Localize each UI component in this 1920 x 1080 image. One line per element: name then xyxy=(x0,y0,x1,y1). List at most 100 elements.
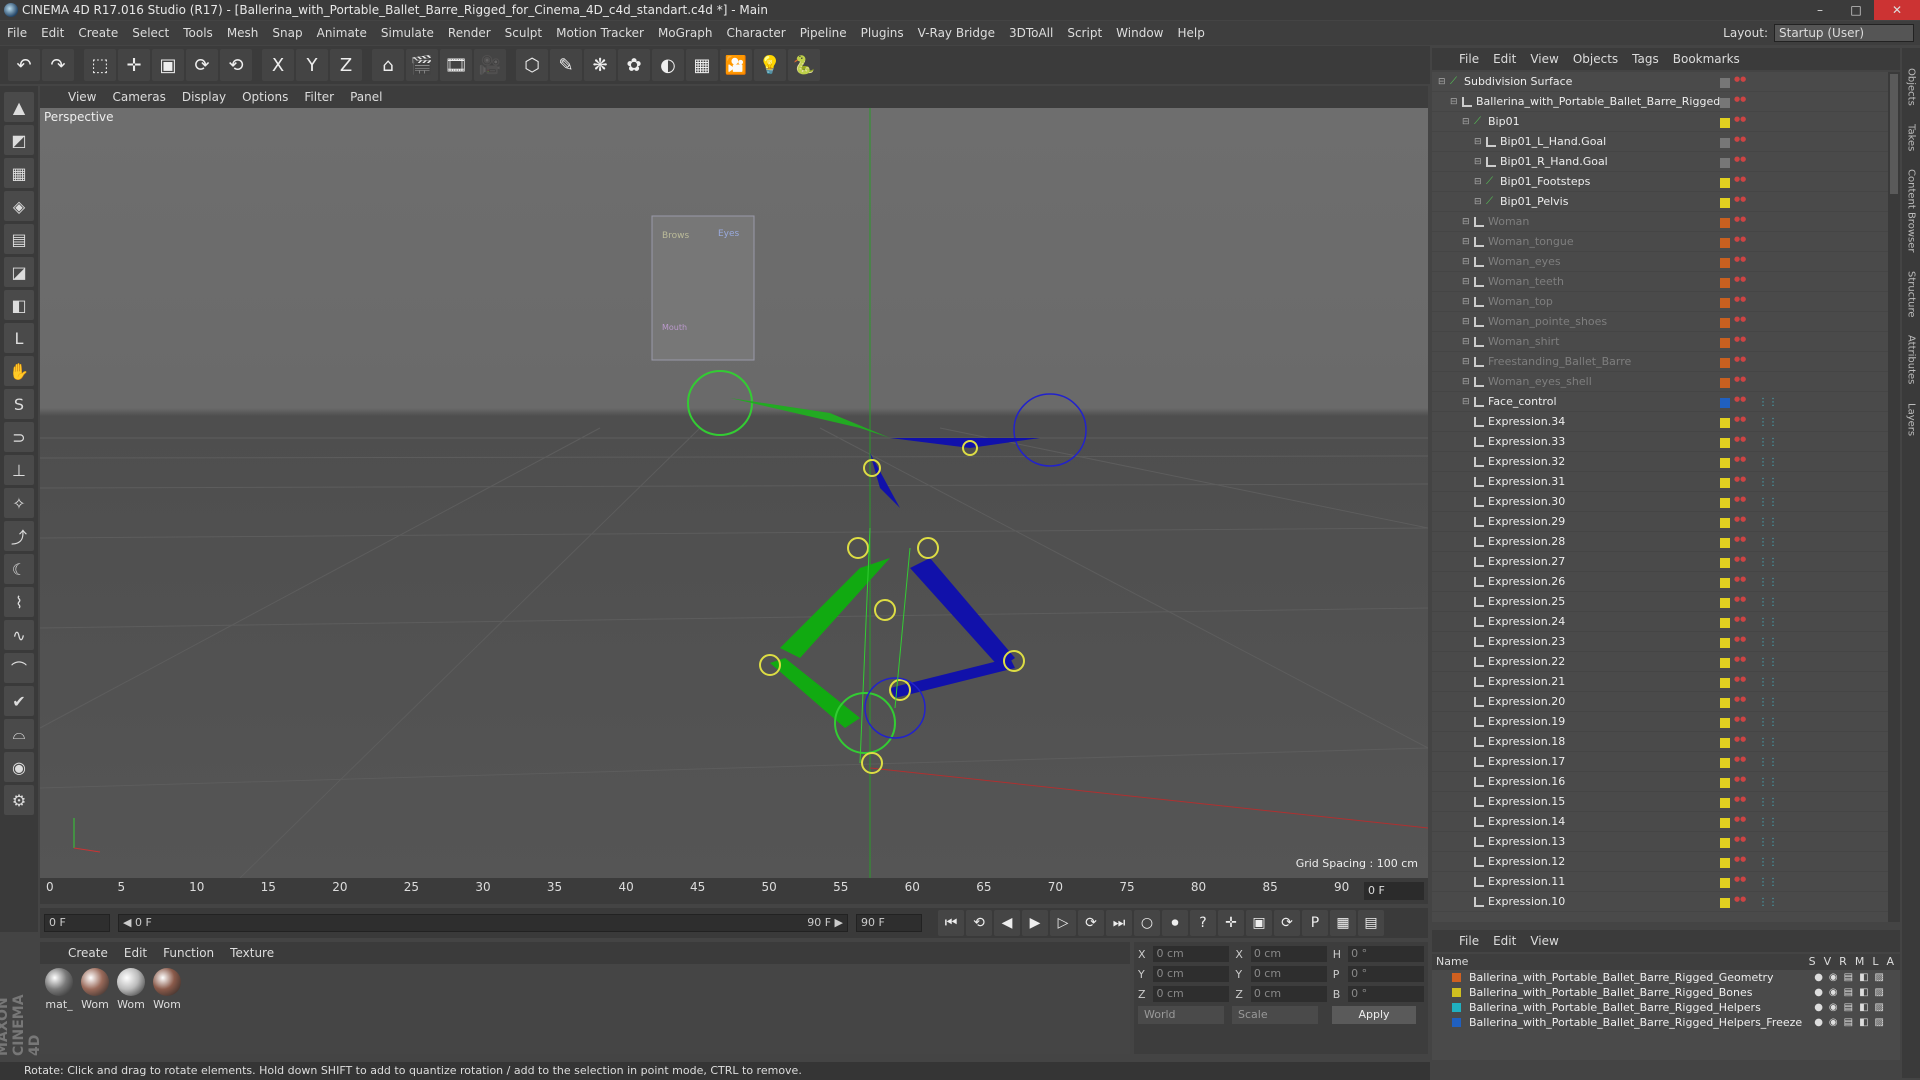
object-menu-bookmarks[interactable]: Bookmarks xyxy=(1666,52,1747,66)
left-tool-icon-16[interactable]: ∿ xyxy=(4,620,34,650)
coord-field-y[interactable]: 0 cm xyxy=(1250,966,1327,982)
transport-button-10[interactable]: ✛ xyxy=(1218,910,1244,936)
tab-attributes[interactable]: Attributes xyxy=(1906,335,1917,384)
toolbar-tool-icon-2[interactable]: ⬚ xyxy=(84,49,116,81)
toolbar-tool-icon-18[interactable]: ◐ xyxy=(652,49,684,81)
material-preview[interactable] xyxy=(81,968,109,996)
object-row[interactable]: ⊟ Bip01_L_Hand.Goal ●● xyxy=(1432,132,1888,152)
visibility-dots-icon[interactable]: ●● xyxy=(1734,376,1746,388)
layer-color-tag[interactable] xyxy=(1720,798,1730,808)
coord-field-z[interactable]: 0 cm xyxy=(1250,986,1327,1002)
toolbar-tool-icon-19[interactable]: ▦ xyxy=(686,49,718,81)
expression-tag-icon[interactable]: ⋮⋮ xyxy=(1758,397,1778,408)
layer-color-tag[interactable] xyxy=(1720,438,1730,448)
viewport-menu-options[interactable]: Options xyxy=(234,90,296,104)
viewport-menu-panel[interactable]: Panel xyxy=(342,90,390,104)
material-preview[interactable] xyxy=(117,968,145,996)
visibility-dots-icon[interactable]: ●● xyxy=(1734,676,1746,688)
menu-mograph[interactable]: MoGraph xyxy=(651,26,720,40)
visibility-dots-icon[interactable]: ●● xyxy=(1734,896,1746,908)
visibility-dots-icon[interactable]: ●● xyxy=(1734,756,1746,768)
object-row[interactable]: ⊟ ⟋ Bip01 ●● xyxy=(1432,112,1888,132)
layer-color-tag[interactable] xyxy=(1720,418,1730,428)
expression-tag-icon[interactable]: ⋮⋮ xyxy=(1758,757,1778,768)
expression-tag-icon[interactable]: ⋮⋮ xyxy=(1758,837,1778,848)
expression-tag-icon[interactable]: ⋮⋮ xyxy=(1758,497,1778,508)
layer-color-tag[interactable] xyxy=(1720,618,1730,628)
object-row[interactable]: Expression.19 ●● ⋮⋮ xyxy=(1432,712,1888,732)
expand-toggle-icon[interactable]: ⊟ xyxy=(1474,197,1486,207)
menu-character[interactable]: Character xyxy=(719,26,792,40)
transport-button-0[interactable]: ⏮ xyxy=(938,910,964,936)
toolbar-tool-icon-16[interactable]: ❋ xyxy=(584,49,616,81)
visibility-dots-icon[interactable]: ●● xyxy=(1734,296,1746,308)
layer-color-tag[interactable] xyxy=(1720,678,1730,688)
left-tool-icon-9[interactable]: S xyxy=(4,389,34,419)
layer-row[interactable]: Ballerina_with_Portable_Ballet_Barre_Rig… xyxy=(1432,1015,1900,1030)
expression-tag-icon[interactable]: ⋮⋮ xyxy=(1758,517,1778,528)
object-menu-tags[interactable]: Tags xyxy=(1625,52,1666,66)
minimize-button[interactable]: – xyxy=(1802,0,1838,20)
layer-color-tag[interactable] xyxy=(1720,738,1730,748)
left-tool-icon-20[interactable]: ◉ xyxy=(4,752,34,782)
layer-color-tag[interactable] xyxy=(1720,118,1730,128)
layer-toggle-icons[interactable]: ●◉▤◧▨ xyxy=(1814,1017,1890,1028)
layer-color-tag[interactable] xyxy=(1720,278,1730,288)
transport-button-1[interactable]: ⟲ xyxy=(966,910,992,936)
object-row[interactable]: ⊟ ⟋ Bip01_Footsteps ●● xyxy=(1432,172,1888,192)
expand-toggle-icon[interactable]: ⊟ xyxy=(1474,137,1486,147)
transport-button-4[interactable]: ▷ xyxy=(1050,910,1076,936)
expand-toggle-icon[interactable]: ⊟ xyxy=(1474,157,1486,167)
visibility-dots-icon[interactable]: ●● xyxy=(1734,116,1746,128)
object-row[interactable]: Expression.21 ●● ⋮⋮ xyxy=(1432,672,1888,692)
layer-row[interactable]: Ballerina_with_Portable_Ballet_Barre_Rig… xyxy=(1432,1000,1900,1015)
material-preview[interactable] xyxy=(153,968,181,996)
layer-color-tag[interactable] xyxy=(1720,638,1730,648)
object-row[interactable]: Expression.23 ●● ⋮⋮ xyxy=(1432,632,1888,652)
transport-button-14[interactable]: ▦ xyxy=(1330,910,1356,936)
material-item[interactable]: mat_ xyxy=(44,968,74,1050)
menu-select[interactable]: Select xyxy=(125,26,176,40)
menu-simulate[interactable]: Simulate xyxy=(374,26,441,40)
material-item[interactable]: Wom xyxy=(116,968,146,1050)
transport-button-12[interactable]: ⟳ xyxy=(1274,910,1300,936)
left-tool-icon-14[interactable]: ☾ xyxy=(4,554,34,584)
visibility-dots-icon[interactable]: ●● xyxy=(1734,436,1746,448)
expression-tag-icon[interactable]: ⋮⋮ xyxy=(1758,877,1778,888)
object-row[interactable]: Expression.20 ●● ⋮⋮ xyxy=(1432,692,1888,712)
menu-motion-tracker[interactable]: Motion Tracker xyxy=(549,26,651,40)
visibility-dots-icon[interactable]: ●● xyxy=(1734,456,1746,468)
expand-toggle-icon[interactable]: ⊟ xyxy=(1462,297,1474,307)
material-item[interactable]: Wom xyxy=(80,968,110,1050)
apply-button[interactable]: Apply xyxy=(1332,1006,1416,1024)
scrollbar-thumb[interactable] xyxy=(1890,74,1898,194)
layer-toggle-icons[interactable]: ●◉▤◧▨ xyxy=(1814,1002,1890,1013)
left-tool-icon-8[interactable]: ✋ xyxy=(4,356,34,386)
expression-tag-icon[interactable]: ⋮⋮ xyxy=(1758,437,1778,448)
left-tool-icon-7[interactable]: L xyxy=(4,323,34,353)
expand-toggle-icon[interactable]: ⊟ xyxy=(1462,317,1474,327)
toolbar-tool-icon-10[interactable]: ⌂ xyxy=(372,49,404,81)
transport-button-11[interactable]: ▣ xyxy=(1246,910,1272,936)
expression-tag-icon[interactable]: ⋮⋮ xyxy=(1758,817,1778,828)
layer-color-tag[interactable] xyxy=(1720,138,1730,148)
visibility-dots-icon[interactable]: ●● xyxy=(1734,136,1746,148)
viewport-menu-display[interactable]: Display xyxy=(174,90,234,104)
object-row[interactable]: Expression.15 ●● ⋮⋮ xyxy=(1432,792,1888,812)
toolbar-tool-icon-22[interactable]: 🐍 xyxy=(788,49,820,81)
visibility-dots-icon[interactable]: ●● xyxy=(1734,416,1746,428)
layer-color-tag[interactable] xyxy=(1720,898,1730,908)
object-row[interactable]: Expression.18 ●● ⋮⋮ xyxy=(1432,732,1888,752)
tab-structure[interactable]: Structure xyxy=(1906,271,1917,318)
current-frame-field[interactable]: 0 F xyxy=(1364,882,1424,900)
toolbar-tool-icon-17[interactable]: ✿ xyxy=(618,49,650,81)
tab-takes[interactable]: Takes xyxy=(1906,124,1917,151)
menu-render[interactable]: Render xyxy=(441,26,498,40)
visibility-dots-icon[interactable]: ●● xyxy=(1734,496,1746,508)
material-menu-create[interactable]: Create xyxy=(60,946,116,960)
layout-dropdown[interactable]: Startup (User) xyxy=(1774,24,1914,42)
expand-toggle-icon[interactable]: ⊟ xyxy=(1462,277,1474,287)
coord-field-y[interactable]: 0 cm xyxy=(1153,966,1230,982)
menu-sculpt[interactable]: Sculpt xyxy=(498,26,549,40)
material-preview[interactable] xyxy=(45,968,73,996)
